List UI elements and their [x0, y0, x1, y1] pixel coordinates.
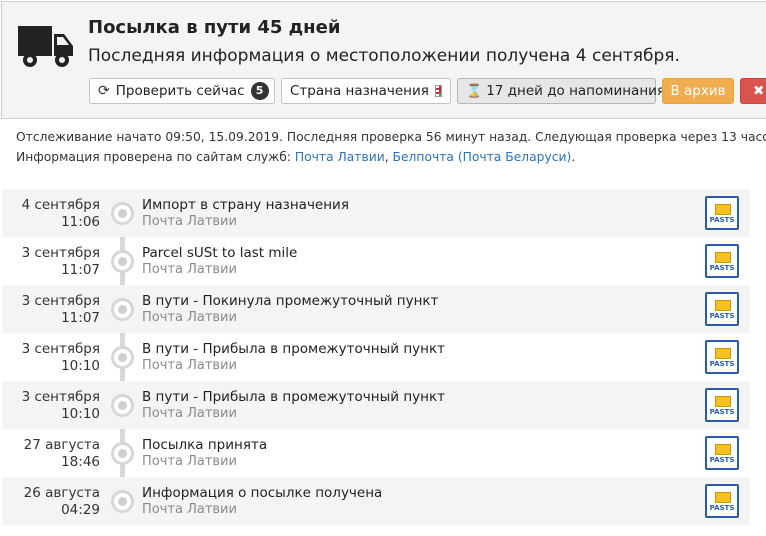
tracking-status-line: Отслеживание начато 09:50, 15.09.2019. П… — [16, 130, 766, 144]
timeline-dot-icon — [111, 394, 134, 417]
envelope-icon — [715, 204, 731, 215]
list-item: 3 сентября 10:10 В пути - Прибыла в промеж… — [2, 333, 750, 381]
latvian-post-logo-icon[interactable]: PASTS — [705, 196, 739, 230]
destination-country-button[interactable]: Страна назначения — [281, 78, 451, 104]
envelope-icon — [715, 348, 731, 359]
list-item: 3 сентября 10:10 В пути - Прибыла в промеж… — [2, 381, 750, 429]
parcel-header: Посылка в пути 45 дней Последняя информа… — [1, 1, 766, 119]
logo-text: PASTS — [709, 360, 735, 368]
list-item: 27 августа 18:46 Посылка принята Почта Латв… — [2, 429, 750, 477]
envelope-icon — [715, 252, 731, 263]
refresh-icon: ⟳ — [98, 83, 110, 99]
logo-text: PASTS — [709, 408, 735, 416]
archive-label: В архив — [670, 83, 726, 99]
event-time: 11:07 — [61, 310, 100, 326]
last-location-info: Последняя информация о местоположении по… — [88, 46, 680, 66]
list-item: 3 сентября 11:07 В пути - Покинула промежу… — [2, 285, 750, 333]
check-count-badge: 5 — [250, 82, 269, 100]
event-service: Почта Латвии — [142, 262, 237, 277]
tracking-info: Отслеживание начато 09:50, 15.09.2019. П… — [16, 127, 766, 167]
service-link-latvia-post[interactable]: Почта Латвии — [295, 150, 385, 164]
event-service: Почта Латвии — [142, 502, 237, 517]
event-service: Почта Латвии — [142, 358, 237, 373]
timeline-dot-icon — [111, 298, 134, 321]
list-item: 4 сентября 11:06 Импорт в страну назначени… — [2, 189, 750, 237]
event-date: 4 сентября — [21, 197, 100, 213]
logo-text: PASTS — [709, 504, 735, 512]
services-separator: , — [384, 150, 389, 164]
delete-button[interactable]: ✖ — [740, 78, 766, 104]
reminder-button[interactable]: ⌛ 17 дней до напоминания — [457, 78, 665, 104]
latvian-post-logo-icon[interactable]: PASTS — [705, 388, 739, 422]
latvian-post-logo-icon[interactable]: PASTS — [705, 292, 739, 326]
envelope-icon — [715, 300, 731, 311]
list-item: 3 сентября 11:07 Parcel sUSt to last mile П… — [2, 237, 750, 285]
archive-button[interactable]: В архив — [662, 78, 734, 104]
latvian-post-logo-icon[interactable]: PASTS — [705, 340, 739, 374]
event-date: 3 сентября — [21, 293, 100, 309]
timeline-dot-icon — [111, 346, 134, 369]
event-datetime: 27 августа 18:46 — [2, 437, 100, 471]
event-datetime: 3 сентября 10:10 — [2, 389, 100, 423]
services-suffix: . — [571, 150, 576, 164]
logo-text: PASTS — [709, 216, 735, 224]
event-time: 18:46 — [61, 454, 100, 470]
envelope-icon — [715, 396, 731, 407]
delete-icon: ✖ — [753, 83, 765, 99]
event-title: Посылка принята — [142, 437, 268, 453]
event-datetime: 3 сентября 10:10 — [2, 341, 100, 375]
event-time: 04:29 — [61, 502, 100, 518]
event-time: 11:07 — [61, 262, 100, 278]
event-service: Почта Латвии — [142, 214, 237, 229]
check-now-button[interactable]: ⟳ Проверить сейчас 5 — [89, 78, 275, 104]
event-time: 10:10 — [61, 406, 100, 422]
event-service: Почта Латвии — [142, 454, 237, 469]
event-date: 3 сентября — [21, 245, 100, 261]
latvian-post-logo-icon[interactable]: PASTS — [705, 436, 739, 470]
list-item: 26 августа 04:29 Информация о посылке полу… — [2, 477, 750, 525]
event-datetime: 3 сентября 11:07 — [2, 245, 100, 279]
timeline-dot-icon — [111, 250, 134, 273]
truck-icon — [18, 26, 73, 67]
reminder-label: 17 дней до напоминания — [486, 83, 666, 99]
event-time: 10:10 — [61, 358, 100, 374]
event-title: Parcel sUSt to last mile — [142, 245, 298, 261]
event-title: Импорт в страну назначения — [142, 197, 349, 213]
timeline-dot-icon — [111, 202, 134, 225]
destination-country-label: Страна назначения — [290, 83, 429, 99]
logo-text: PASTS — [709, 456, 735, 464]
event-date: 26 августа — [23, 485, 100, 501]
envelope-icon — [715, 492, 731, 503]
event-title: В пути - Прибыла в промежуточный пункт — [142, 389, 445, 405]
page-title: Посылка в пути 45 дней — [88, 17, 341, 38]
event-service: Почта Латвии — [142, 406, 237, 421]
logo-text: PASTS — [709, 312, 735, 320]
latvian-post-logo-icon[interactable]: PASTS — [705, 484, 739, 518]
event-datetime: 3 сентября 11:07 — [2, 293, 100, 327]
event-date: 3 сентября — [21, 341, 100, 357]
latvian-post-logo-icon[interactable]: PASTS — [705, 244, 739, 278]
checked-services-prefix: Информация проверена по сайтам служб: — [16, 150, 291, 164]
event-datetime: 26 августа 04:29 — [2, 485, 100, 519]
hourglass-icon: ⌛ — [466, 83, 483, 99]
timeline-dot-icon — [111, 490, 134, 513]
event-date: 3 сентября — [21, 389, 100, 405]
event-datetime: 4 сентября 11:06 — [2, 197, 100, 231]
checked-services-line: Информация проверена по сайтам служб: По… — [16, 147, 766, 167]
check-now-label: Проверить сейчас — [115, 83, 245, 99]
event-service: Почта Латвии — [142, 310, 237, 325]
event-title: Информация о посылке получена — [142, 485, 383, 501]
service-link-belpost[interactable]: Белпочта (Почта Беларуси) — [393, 150, 572, 164]
event-date: 27 августа — [23, 437, 100, 453]
envelope-icon — [715, 444, 731, 455]
logo-text: PASTS — [709, 264, 735, 272]
event-title: В пути - Прибыла в промежуточный пункт — [142, 341, 445, 357]
timeline-dot-icon — [111, 442, 134, 465]
belarus-flag-icon — [434, 85, 442, 97]
event-time: 11:06 — [61, 214, 100, 230]
event-title: В пути - Покинула промежуточный пункт — [142, 293, 439, 309]
